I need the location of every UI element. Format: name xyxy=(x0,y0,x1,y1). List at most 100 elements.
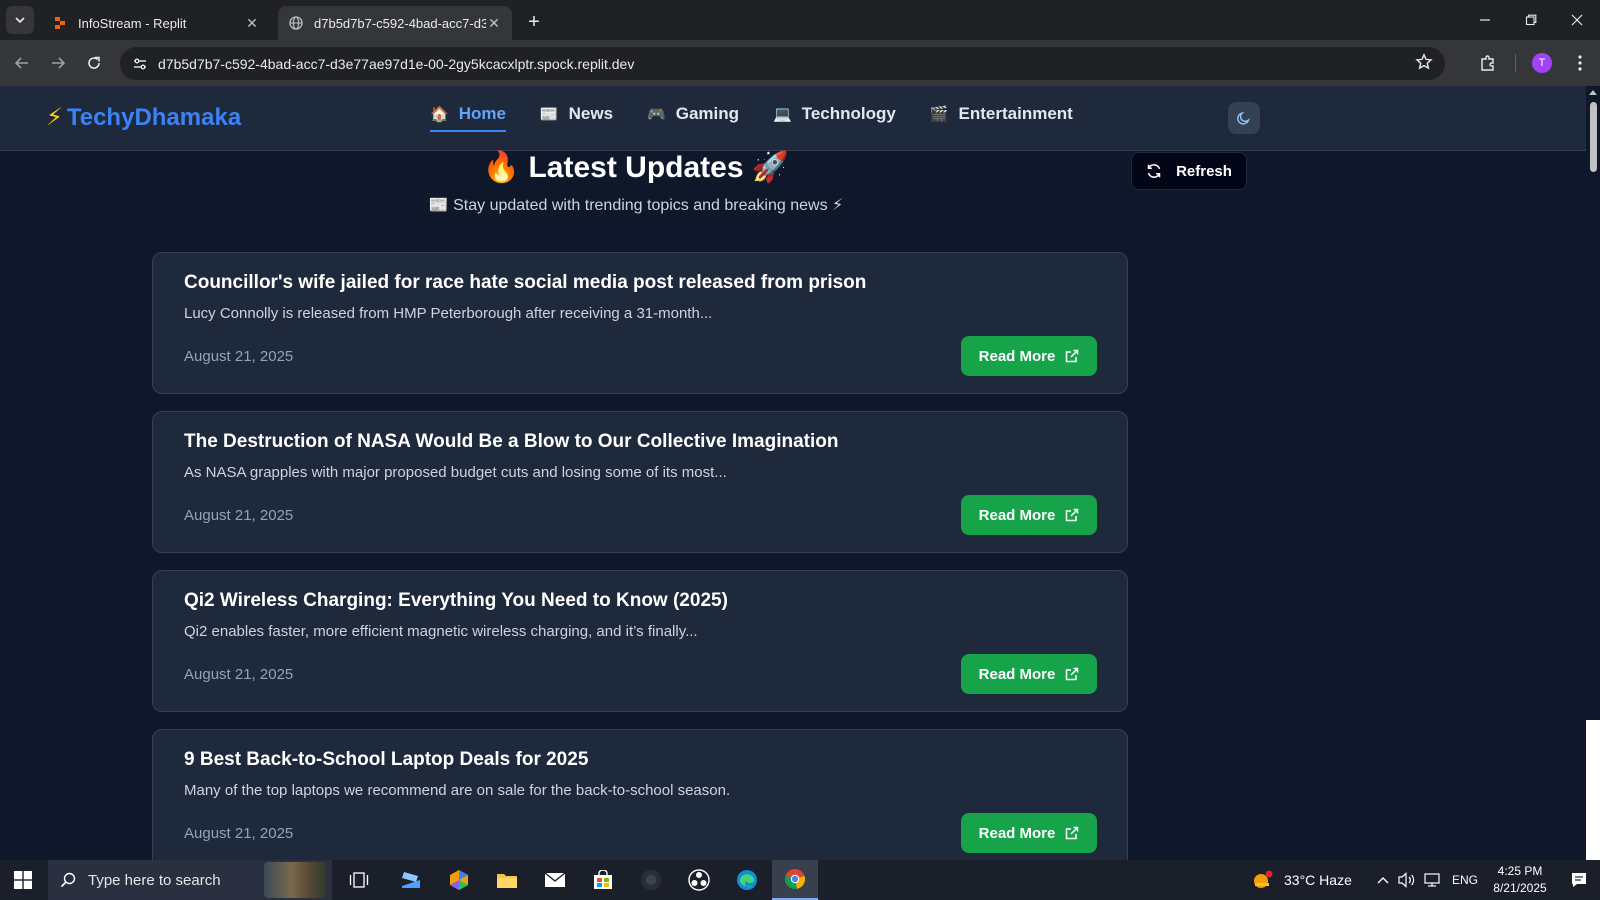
scrollbar-thumb[interactable] xyxy=(1590,102,1597,172)
article-card: 9 Best Back-to-School Laptop Deals for 2… xyxy=(152,729,1128,860)
minimize-button[interactable] xyxy=(1462,0,1508,40)
read-more-button[interactable]: Read More xyxy=(961,495,1097,535)
more-vertical-icon xyxy=(1578,55,1582,71)
article-date: August 21, 2025 xyxy=(184,825,294,842)
volume-icon[interactable] xyxy=(1396,860,1418,900)
site-info-icon[interactable] xyxy=(130,54,150,74)
house-icon: 🏠 xyxy=(430,106,449,123)
weather-text[interactable]: 33°C Haze xyxy=(1284,860,1352,900)
close-icon[interactable]: ✕ xyxy=(244,15,260,31)
language-indicator[interactable]: ENG xyxy=(1452,860,1478,900)
search-placeholder: Type here to search xyxy=(88,871,221,889)
read-more-button[interactable]: Read More xyxy=(961,336,1097,376)
windows-logo-icon xyxy=(14,871,32,889)
arrow-left-icon xyxy=(14,57,28,69)
windows-taskbar: Type here to search 33°C Haze ENG 4:25 P… xyxy=(0,860,1600,900)
browser-menu-button[interactable] xyxy=(1566,49,1594,77)
forward-button[interactable] xyxy=(44,49,72,77)
taskbar-app-copilot[interactable] xyxy=(436,860,482,900)
search-highlight-image xyxy=(264,862,326,898)
taskbar-app-dev-tool[interactable] xyxy=(388,860,434,900)
browser-toolbar: d7b5d7b7-c592-4bad-acc7-d3e77ae97d1e-00-… xyxy=(0,40,1600,86)
start-button[interactable] xyxy=(0,860,46,900)
nav-label: Gaming xyxy=(675,104,740,123)
article-card: The Destruction of NASA Would Be a Blow … xyxy=(152,411,1128,553)
address-bar[interactable]: d7b5d7b7-c592-4bad-acc7-d3e77ae97d1e-00-… xyxy=(120,47,1445,80)
chevron-up-icon[interactable] xyxy=(1372,860,1394,900)
site-header: ⚡ TechyDhamaka 🏠 Home 📰 News 🎮 Gaming 💻 … xyxy=(0,86,1586,151)
nav-item-gaming[interactable]: 🎮 Gaming xyxy=(647,104,739,130)
refresh-button[interactable]: Refresh xyxy=(1131,152,1247,190)
main-nav: 🏠 Home 📰 News 🎮 Gaming 💻 Technology 🎬 En… xyxy=(430,104,1107,132)
article-date: August 21, 2025 xyxy=(184,507,294,524)
chrome-icon xyxy=(784,869,806,890)
read-more-label: Read More xyxy=(978,665,1056,683)
taskbar-edge[interactable] xyxy=(724,860,770,900)
profile-avatar[interactable]: T xyxy=(1532,53,1552,73)
article-title[interactable]: Councillor's wife jailed for race hate s… xyxy=(184,272,866,294)
read-more-button[interactable]: Read More xyxy=(961,654,1097,694)
taskbar-search-input[interactable]: Type here to search xyxy=(48,860,332,900)
article-date: August 21, 2025 xyxy=(184,348,294,365)
taskbar-file-explorer[interactable] xyxy=(484,860,530,900)
page-title: 🔥 Latest Updates 🚀 xyxy=(482,151,790,184)
logo-text: TechyDhamaka xyxy=(66,103,242,131)
tab-search-button[interactable] xyxy=(6,6,34,34)
article-title[interactable]: 9 Best Back-to-School Laptop Deals for 2… xyxy=(184,749,588,771)
chevron-down-icon xyxy=(15,17,25,24)
scroll-up-arrow-icon[interactable] xyxy=(1589,90,1597,95)
newspaper-icon: 📰 xyxy=(539,106,559,123)
lightning-icon: ⚡ xyxy=(46,104,63,131)
notifications-icon[interactable] xyxy=(1562,860,1596,900)
tab-title: d7b5d7b7-c592-4bad-acc7-d3e77ae97d1e-00-… xyxy=(314,15,486,31)
theme-toggle-button[interactable] xyxy=(1228,102,1260,134)
gamepad-icon: 🎮 xyxy=(647,106,666,123)
taskbar-clock[interactable]: 4:25 PM 8/21/2025 xyxy=(1480,863,1560,897)
site-logo[interactable]: ⚡ TechyDhamaka xyxy=(46,103,241,132)
url-text: d7b5d7b7-c592-4bad-acc7-d3e77ae97d1e-00-… xyxy=(158,55,635,72)
extensions-button[interactable] xyxy=(1474,49,1502,77)
nav-item-news[interactable]: 📰 News xyxy=(540,104,613,130)
browser-tab-infostream[interactable]: InfoStream - Replit ✕ xyxy=(42,6,270,40)
bookmark-star-icon[interactable] xyxy=(1415,53,1433,76)
page-subtitle: 📰 Stay updated with trending topics and … xyxy=(428,197,844,214)
article-description: As NASA grapples with major proposed bud… xyxy=(184,464,727,481)
article-card: Qi2 Wireless Charging: Everything You Ne… xyxy=(152,570,1128,712)
browser-tab-bar: InfoStream - Replit ✕ d7b5d7b7-c592-4bad… xyxy=(0,0,1600,40)
external-link-icon xyxy=(1066,826,1079,840)
taskbar-chrome[interactable] xyxy=(772,860,818,900)
article-title[interactable]: The Destruction of NASA Would Be a Blow … xyxy=(184,431,839,453)
task-view-icon xyxy=(349,872,369,888)
browser-tab-replit-dev[interactable]: d7b5d7b7-c592-4bad-acc7-d3e77ae97d1e-00-… xyxy=(278,6,512,40)
weather-icon[interactable] xyxy=(1248,860,1278,900)
nav-item-home[interactable]: 🏠 Home xyxy=(430,104,506,132)
taskbar-obs[interactable] xyxy=(676,860,722,900)
article-title[interactable]: Qi2 Wireless Charging: Everything You Ne… xyxy=(184,590,728,612)
page-scrollbar[interactable] xyxy=(1586,86,1600,860)
close-window-button[interactable] xyxy=(1554,0,1600,40)
reload-icon xyxy=(88,56,100,69)
folder-icon xyxy=(497,874,517,888)
refresh-label: Refresh xyxy=(1176,162,1232,180)
external-link-icon xyxy=(1066,508,1079,522)
nav-label: Technology xyxy=(801,104,896,123)
restore-icon xyxy=(1525,14,1537,26)
new-tab-button[interactable]: + xyxy=(520,8,548,36)
read-more-button[interactable]: Read More xyxy=(961,813,1097,853)
task-view-button[interactable] xyxy=(336,860,382,900)
taskbar-app-dark[interactable] xyxy=(628,860,674,900)
reload-button[interactable] xyxy=(80,49,108,77)
close-icon[interactable]: ✕ xyxy=(486,15,502,31)
puzzle-icon xyxy=(1481,55,1494,71)
obs-icon xyxy=(688,869,710,891)
nav-item-technology[interactable]: 💻 Technology xyxy=(773,104,896,130)
network-icon[interactable] xyxy=(1420,860,1444,900)
taskbar-microsoft-store[interactable] xyxy=(580,860,626,900)
nav-item-entertainment[interactable]: 🎬 Entertainment xyxy=(930,104,1073,130)
external-link-icon xyxy=(1066,349,1079,363)
restore-button[interactable] xyxy=(1508,0,1554,40)
tab-title: InfoStream - Replit xyxy=(78,15,187,31)
mail-icon xyxy=(544,872,566,887)
back-button[interactable] xyxy=(8,49,36,77)
taskbar-mail[interactable] xyxy=(532,860,578,900)
